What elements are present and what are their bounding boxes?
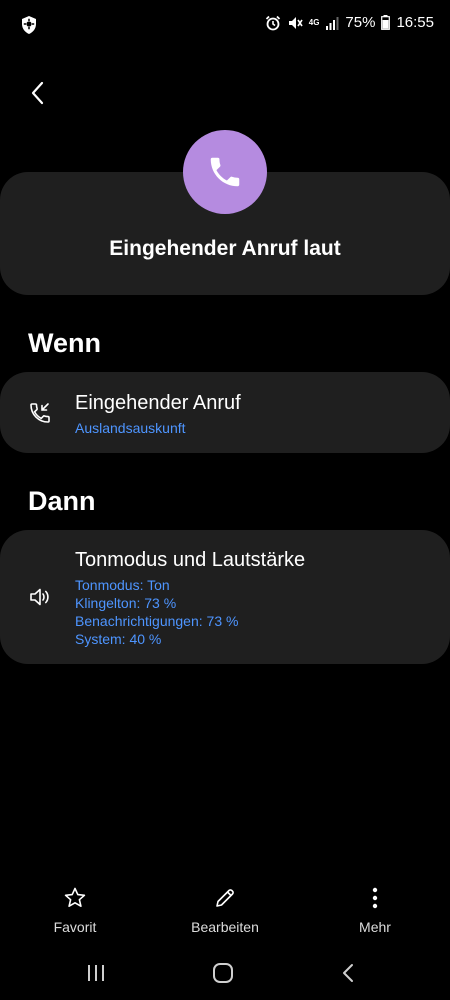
pencil-icon (175, 885, 275, 911)
edit-button[interactable]: Bearbeiten (175, 885, 275, 935)
then-action-detail-tonmodus: Tonmodus: Ton (75, 577, 170, 593)
then-action-detail-klingelton: Klingelton: 73 % (75, 595, 177, 611)
battery-percent: 75% (345, 14, 376, 31)
star-icon (25, 885, 125, 911)
routine-icon-badge[interactable] (183, 130, 267, 214)
then-action-card[interactable]: Tonmodus und Lautstärke Tonmodus: Ton Kl… (0, 530, 450, 664)
alarm-icon (265, 15, 281, 31)
recent-apps-button[interactable] (76, 958, 116, 988)
status-bar: 4G 75% 16:55 (0, 0, 450, 50)
favorite-button[interactable]: Favorit (25, 885, 125, 935)
more-label: Mehr (359, 919, 391, 935)
back-arrow-icon (343, 964, 353, 982)
battery-icon (381, 15, 391, 30)
network-label: 4G (308, 17, 320, 27)
system-back-button[interactable] (328, 958, 368, 988)
recent-apps-icon (88, 965, 104, 981)
more-vertical-icon (325, 885, 425, 911)
edit-label: Bearbeiten (191, 919, 259, 935)
shield-icon (20, 15, 40, 35)
then-action-detail-system: System: 40 % (75, 631, 162, 647)
chevron-left-icon (31, 81, 44, 105)
more-button[interactable]: Mehr (325, 885, 425, 935)
speaker-icon (27, 584, 53, 610)
if-condition-card[interactable]: Eingehender Anruf Auslandsauskunft (0, 372, 450, 453)
status-icons: 4G 75% 16:55 (265, 14, 434, 31)
routine-title[interactable]: Eingehender Anruf laut (0, 237, 450, 261)
home-icon (213, 963, 233, 983)
then-section-label: Dann (28, 486, 96, 516)
back-button[interactable] (22, 78, 52, 108)
if-section-label: Wenn (28, 328, 101, 358)
signal-icon (325, 16, 339, 30)
incoming-call-icon (27, 400, 53, 426)
favorite-label: Favorit (53, 919, 97, 935)
if-condition-subtitle: Auslandsauskunft (75, 420, 186, 436)
home-button[interactable] (203, 958, 243, 988)
vibrate-mute-icon (287, 15, 303, 31)
then-action-detail-benachrichtigungen: Benachrichtigungen: 73 % (75, 613, 239, 629)
then-action-title: Tonmodus und Lautstärke (75, 549, 306, 571)
screen: 4G 75% 16:55 Eingehender Anruf laut Wenn… (0, 0, 450, 1000)
clock: 16:55 (396, 14, 434, 31)
phone-icon (210, 157, 240, 187)
if-condition-title: Eingehender Anruf (75, 392, 241, 414)
